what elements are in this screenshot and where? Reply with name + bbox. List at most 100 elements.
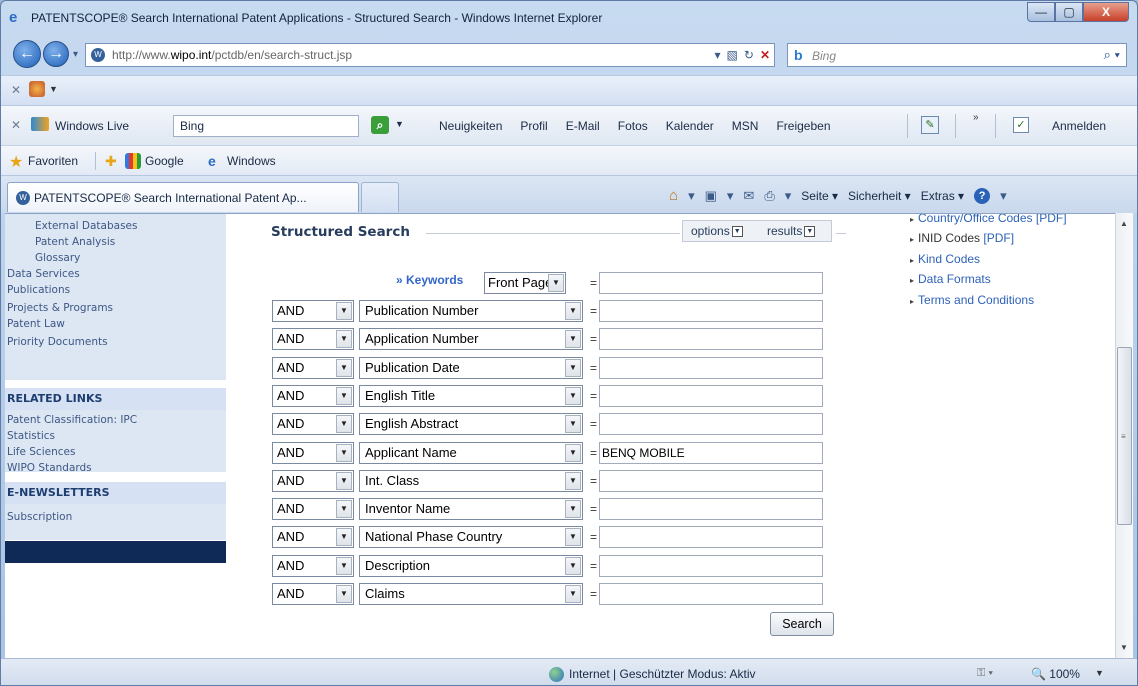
field-value-input[interactable]	[599, 357, 823, 379]
add-favorite-icon[interactable]: ✚	[105, 153, 117, 170]
protected-mode-icon[interactable]: ⚿ ▾	[977, 667, 993, 680]
chevron-down-icon[interactable]: ▼	[336, 387, 352, 405]
history-dropdown-icon[interactable]: ▾	[73, 49, 78, 60]
tab-patentscope[interactable]: W PATENTSCOPE® Search International Pate…	[7, 182, 359, 212]
chevron-down-icon[interactable]: ▼	[565, 302, 581, 320]
field-select[interactable]: Publication Date ▼	[359, 357, 583, 379]
live-search-dropdown-icon[interactable]: ▼	[395, 119, 404, 129]
operator-select[interactable]: AND ▼	[272, 385, 354, 407]
related-life-sciences[interactable]: Life Sciences	[7, 446, 75, 458]
chevron-down-icon[interactable]: ▼	[336, 415, 352, 433]
checkbox-icon[interactable]: ✓	[1013, 117, 1029, 133]
related-statistics[interactable]: Statistics	[7, 430, 55, 442]
back-button[interactable]: ←	[13, 40, 41, 68]
chevron-down-icon[interactable]: ▼	[336, 302, 352, 320]
field-select[interactable]: Publication Number ▼	[359, 300, 583, 322]
help-icon[interactable]: ?	[974, 187, 991, 204]
stop-icon[interactable]: ✕	[760, 46, 770, 64]
safety-menu[interactable]: Sicherheit ▾	[848, 189, 911, 203]
nav-glossary[interactable]: Glossary	[35, 252, 80, 264]
nav-subscription[interactable]: Subscription	[7, 511, 72, 523]
keywords-label[interactable]: » Keywords	[396, 273, 463, 287]
close-live-toolbar-icon[interactable]: ✕	[11, 118, 21, 132]
favorite-google[interactable]: Google	[145, 154, 184, 168]
page-menu[interactable]: Seite ▾	[801, 189, 838, 203]
chevron-down-icon[interactable]: ▼	[565, 472, 581, 490]
forward-button[interactable]: →	[43, 41, 69, 67]
signin-link[interactable]: Anmelden	[1052, 119, 1106, 133]
field-select[interactable]: Applicant Name ▼	[359, 442, 583, 464]
chevron-down-icon[interactable]: ▼	[565, 387, 581, 405]
field-select[interactable]: Inventor Name ▼	[359, 498, 583, 520]
url-text[interactable]: http://www.wipo.int/pctdb/en/search-stru…	[112, 48, 352, 62]
chevron-down-icon[interactable]: ▼	[336, 444, 352, 462]
live-search-go-icon[interactable]: ⌕	[371, 116, 389, 134]
operator-select[interactable]: AND ▼	[272, 526, 354, 548]
operator-select[interactable]: AND ▼	[272, 442, 354, 464]
home-dropdown-icon[interactable]: ▾	[688, 188, 695, 204]
chevron-down-icon[interactable]: ▼	[565, 444, 581, 462]
field-select[interactable]: English Title ▼	[359, 385, 583, 407]
field-value-input[interactable]	[599, 385, 823, 407]
chevron-down-icon[interactable]: ▼	[565, 330, 581, 348]
refresh-icon[interactable]: ↻	[744, 46, 754, 64]
chevron-down-icon[interactable]: ▼	[336, 330, 352, 348]
field-value-input[interactable]: BENQ MOBILE	[599, 442, 823, 464]
keywords-scope-select[interactable]: Front Page ▼	[484, 272, 566, 294]
chevron-down-icon[interactable]: ▼	[565, 557, 581, 575]
extras-menu[interactable]: Extras ▾	[921, 189, 964, 203]
field-value-input[interactable]	[599, 328, 823, 350]
address-bar[interactable]: W http://www.wipo.int/pctdb/en/search-st…	[85, 43, 775, 67]
compatibility-view-icon[interactable]: ▧	[727, 46, 738, 64]
options-menu[interactable]: options ▼	[691, 224, 743, 238]
live-link-msn[interactable]: MSN	[732, 119, 759, 133]
operator-select[interactable]: AND ▼	[272, 357, 354, 379]
chevron-down-icon[interactable]: ▼	[565, 585, 581, 603]
nav-patent-law[interactable]: Patent Law	[7, 318, 65, 330]
home-icon[interactable]: ⌂	[669, 187, 678, 204]
link-data-formats[interactable]: ▸ Data Formats	[910, 272, 991, 286]
live-link-news[interactable]: Neuigkeiten	[439, 119, 502, 133]
search-button[interactable]: Search	[770, 612, 834, 636]
field-value-input[interactable]	[599, 300, 823, 322]
more-chevron-icon[interactable]: »	[973, 112, 979, 123]
scroll-up-icon[interactable]: ▲	[1120, 219, 1128, 228]
field-select[interactable]: Application Number ▼	[359, 328, 583, 350]
scroll-thumb[interactable]: ≡	[1117, 347, 1132, 525]
vertical-scrollbar[interactable]: ▲ ≡ ▼	[1115, 213, 1133, 658]
keywords-input[interactable]	[599, 272, 823, 294]
live-search-input[interactable]: Bing	[173, 115, 359, 137]
addon-icon[interactable]	[29, 81, 45, 97]
link-terms-conditions[interactable]: ▸ Terms and Conditions	[910, 293, 1034, 307]
related-wipo-standards[interactable]: WIPO Standards	[7, 462, 92, 474]
nav-patent-analysis[interactable]: Patent Analysis	[35, 236, 115, 248]
maximize-button[interactable]: ▢	[1055, 2, 1083, 22]
nav-external-databases[interactable]: External Databases	[35, 220, 137, 232]
field-select[interactable]: National Phase Country ▼	[359, 526, 583, 548]
new-tab-button[interactable]	[361, 182, 399, 212]
security-zone-text[interactable]: Internet | Geschützter Modus: Aktiv	[569, 667, 756, 681]
share-icon[interactable]: ✎	[921, 116, 939, 134]
field-select[interactable]: Int. Class ▼	[359, 470, 583, 492]
nav-data-services[interactable]: Data Services	[7, 268, 80, 280]
operator-select[interactable]: AND ▼	[272, 583, 354, 605]
operator-select[interactable]: AND ▼	[272, 300, 354, 322]
operator-select[interactable]: AND ▼	[272, 555, 354, 577]
options-dropdown-icon[interactable]: ▼	[731, 226, 743, 238]
field-value-input[interactable]	[599, 498, 823, 520]
nav-publications[interactable]: Publications	[7, 284, 70, 296]
chevron-down-icon[interactable]: ▼	[548, 274, 564, 292]
search-go-icon[interactable]: ⌕ ▾	[1104, 47, 1120, 63]
live-link-email[interactable]: E-Mail	[566, 119, 600, 133]
close-toolbar-icon[interactable]: ✕	[11, 83, 21, 97]
field-value-input[interactable]	[599, 555, 823, 577]
results-dropdown-icon[interactable]: ▼	[804, 226, 816, 238]
field-value-input[interactable]	[599, 583, 823, 605]
scroll-down-icon[interactable]: ▼	[1120, 643, 1128, 652]
chevron-down-icon[interactable]: ▼	[565, 528, 581, 546]
close-button[interactable]: X	[1083, 2, 1129, 22]
print-dropdown-icon[interactable]: ▾	[785, 188, 792, 204]
help-dropdown-icon[interactable]: ▾	[1000, 188, 1007, 204]
chevron-down-icon[interactable]: ▼	[336, 472, 352, 490]
field-value-input[interactable]	[599, 526, 823, 548]
